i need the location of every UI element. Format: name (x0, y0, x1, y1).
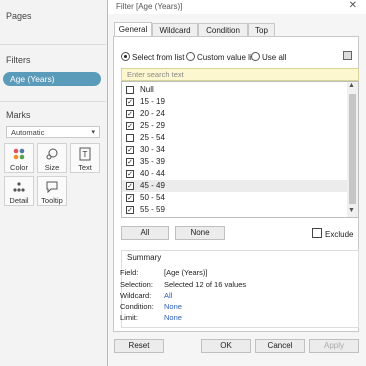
checkbox-checked[interactable]: ✓ (126, 146, 134, 154)
divider (0, 101, 106, 102)
radio-selected-indicator (121, 52, 130, 61)
list-item[interactable]: ✓ 15 - 19 (122, 96, 347, 108)
apply-button[interactable]: Apply (309, 339, 359, 353)
radio-indicator (186, 52, 195, 61)
close-icon[interactable]: ✕ (349, 0, 357, 11)
checkbox[interactable] (126, 86, 134, 94)
color-mark-button[interactable]: Color (4, 143, 34, 173)
list-item[interactable]: Null (122, 84, 347, 96)
radio-select-from-list[interactable]: Select from list (121, 52, 184, 62)
marks-heading: Marks (6, 110, 31, 120)
summary-field-key: Field: (120, 268, 139, 277)
checkbox-checked[interactable]: ✓ (126, 170, 134, 178)
checkbox-checked[interactable]: ✓ (126, 98, 134, 106)
summary-title: Summary (127, 253, 162, 262)
text-label: Text (78, 163, 92, 172)
checkbox-checked[interactable]: ✓ (126, 122, 134, 130)
mark-type-value: Automatic (11, 128, 45, 137)
radio-label: Use all (262, 53, 287, 62)
radio-custom-value-list[interactable]: Custom value list (186, 52, 258, 62)
dialog-title-bar[interactable]: Filter [Age (Years)] ✕ (108, 0, 366, 14)
list-item[interactable]: ✓ 35 - 39 (122, 156, 347, 168)
summary-wildcard-key: Wildcard: (120, 291, 152, 300)
list-item[interactable]: ✓ 30 - 34 (122, 144, 347, 156)
tab-general[interactable]: General (114, 22, 152, 36)
exclude-label: Exclude (325, 230, 354, 239)
radio-indicator (251, 52, 260, 61)
checkbox-checked[interactable]: ✓ (126, 206, 134, 214)
list-item[interactable]: ✓ 50 - 54 (122, 192, 347, 204)
detail-dots-icon (5, 180, 33, 196)
summary-box: Summary (121, 250, 359, 328)
filter-pill-age[interactable]: Age (Years) (3, 72, 101, 86)
detail-mark-button[interactable]: Detail (4, 176, 34, 206)
text-T-icon: T (71, 147, 99, 163)
checkbox-checked[interactable]: ✓ (126, 182, 134, 190)
mark-type-dropdown[interactable]: Automatic ▾ (6, 126, 100, 138)
cancel-button[interactable]: Cancel (255, 339, 305, 353)
list-item[interactable]: ✓ 55 - 59 (122, 204, 347, 216)
vertical-scrollbar[interactable]: ▲ ▼ (347, 82, 358, 217)
summary-condition-key: Condition: (120, 302, 154, 311)
filter-dialog: Filter [Age (Years)] ✕ General Wildcard … (107, 0, 366, 366)
radio-use-all[interactable]: Use all (251, 52, 286, 62)
color-dots-icon (5, 147, 33, 163)
scrollbar-thumb[interactable] (349, 94, 356, 204)
svg-text:T: T (83, 150, 88, 159)
tab-top[interactable]: Top (248, 23, 275, 36)
detail-label: Detail (9, 196, 29, 205)
select-all-button[interactable]: All (121, 226, 169, 240)
list-options-icon[interactable] (343, 51, 352, 60)
select-none-button[interactable]: None (175, 226, 225, 240)
size-label: Size (44, 163, 60, 172)
summary-selection-key: Selection: (120, 280, 153, 289)
list-item[interactable]: ✓ 40 - 44 (122, 168, 347, 180)
search-input[interactable]: Enter search text (121, 68, 359, 81)
ok-button[interactable]: OK (201, 339, 251, 353)
scroll-down-icon[interactable]: ▼ (348, 207, 355, 214)
chevron-down-icon: ▾ (91, 129, 95, 136)
checkbox-checked[interactable]: ✓ (126, 158, 134, 166)
exclude-checkbox[interactable]: Exclude (312, 228, 353, 239)
scroll-up-icon[interactable]: ▲ (348, 82, 355, 89)
values-list: Null ✓ 15 - 19 ✓ 20 - 24 ✓ 25 - 29 25 - 54 … (121, 81, 359, 218)
list-item-highlighted[interactable]: ✓ 45 - 49 (122, 180, 347, 192)
left-panel: Pages Filters Age (Years) Marks Automati… (0, 0, 108, 366)
checkbox[interactable] (312, 228, 322, 238)
summary-limit-key: Limit: (120, 313, 138, 322)
filters-heading: Filters (6, 55, 31, 65)
checkbox-checked[interactable]: ✓ (126, 110, 134, 118)
radio-label: Select from list (132, 53, 185, 62)
divider (0, 44, 106, 45)
checkbox[interactable] (126, 134, 134, 142)
tab-wildcard[interactable]: Wildcard (152, 23, 198, 36)
summary-wildcard-link[interactable]: All (164, 291, 172, 300)
summary-selection-value: Selected 12 of 16 values (164, 280, 247, 289)
reset-button[interactable]: Reset (114, 339, 164, 353)
dialog-title: Filter [Age (Years)] (116, 2, 183, 11)
size-icon (38, 147, 66, 163)
summary-limit-link[interactable]: None (164, 313, 182, 322)
summary-condition-link[interactable]: None (164, 302, 182, 311)
pages-heading: Pages (6, 11, 32, 21)
list-item[interactable]: 25 - 54 (122, 132, 347, 144)
color-label: Color (10, 163, 28, 172)
speech-bubble-icon (38, 180, 66, 196)
radio-label: Custom value list (197, 53, 258, 62)
tab-condition[interactable]: Condition (198, 23, 248, 36)
list-item[interactable]: ✓ 25 - 29 (122, 120, 347, 132)
tooltip-label: Tooltip (41, 196, 63, 205)
summary-field-value: [Age (Years)] (164, 268, 208, 277)
list-item[interactable]: ✓ 20 - 24 (122, 108, 347, 120)
checkbox-checked[interactable]: ✓ (126, 194, 134, 202)
size-mark-button[interactable]: Size (37, 143, 67, 173)
text-mark-button[interactable]: T Text (70, 143, 100, 173)
tooltip-mark-button[interactable]: Tooltip (37, 176, 67, 206)
